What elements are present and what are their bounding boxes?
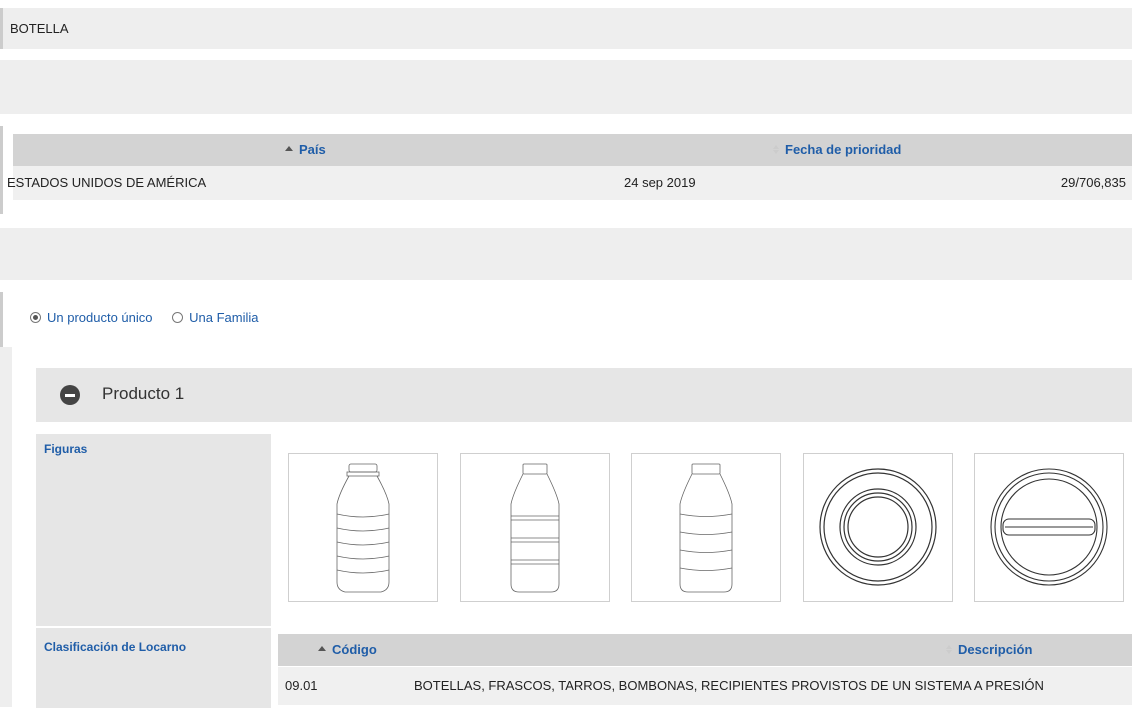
sort-ascending-icon — [285, 146, 293, 152]
title-section — [0, 8, 1132, 49]
figures-label: Figuras — [44, 442, 88, 456]
bottle-top-icon — [990, 468, 1108, 586]
section-marker — [0, 8, 3, 49]
column-header-priority-date[interactable]: Fecha de prioridad — [773, 134, 901, 166]
table-row: 09.01 BOTELLAS, FRASCOS, TARROS, BOMBONA… — [278, 667, 1132, 705]
sort-ascending-icon — [318, 646, 326, 652]
locarno-table-header: Código Descripción — [278, 634, 1132, 666]
priority-date-cell: 24 sep 2019 — [624, 175, 696, 190]
locarno-description-cell: BOTELLAS, FRASCOS, TARROS, BOMBONAS, REC… — [414, 678, 1044, 693]
priority-table: País Fecha de prioridad ESTADOS UNIDOS D… — [0, 126, 1132, 214]
table-row: ESTADOS UNIDOS DE AMÉRICA 24 sep 2019 29… — [7, 166, 1132, 200]
product-header: Producto 1 — [36, 368, 1132, 422]
collapse-minus-icon[interactable] — [60, 385, 80, 405]
empty-section — [0, 60, 1132, 114]
figure-thumbnail[interactable] — [974, 453, 1124, 602]
section-marker — [0, 292, 3, 348]
locarno-label-cell: Clasificación de Locarno — [36, 628, 271, 708]
priority-table-header: País Fecha de prioridad — [13, 134, 1132, 166]
column-header-description[interactable]: Descripción — [946, 634, 1032, 666]
column-header-code[interactable]: Código — [318, 634, 377, 666]
design-title: BOTELLA — [10, 21, 69, 36]
figure-thumbnail[interactable] — [803, 453, 953, 602]
application-number-cell: 29/706,835 — [1060, 175, 1126, 190]
product-type-selector: Un producto único Una Familia — [30, 310, 275, 326]
country-cell: ESTADOS UNIDOS DE AMÉRICA — [7, 175, 207, 190]
figure-thumbnail[interactable] — [631, 453, 781, 602]
locarno-code-cell: 09.01 — [285, 678, 318, 693]
radio-family[interactable]: Una Familia — [172, 310, 259, 325]
sort-icon — [946, 645, 952, 655]
radio-unchecked-icon[interactable] — [172, 312, 184, 323]
figure-thumbnail[interactable] — [288, 453, 438, 602]
bottle-side-icon — [510, 463, 560, 593]
figure-thumbnail[interactable] — [460, 453, 610, 602]
sort-icon — [773, 145, 779, 155]
bottle-bottom-icon — [819, 468, 937, 586]
product-panel: Producto 1 Figuras Clasificación de Loca… — [12, 347, 1132, 708]
locarno-label: Clasificación de Locarno — [44, 640, 187, 654]
bottle-back-icon — [679, 463, 733, 593]
bottle-front-icon — [336, 463, 390, 593]
column-header-country[interactable]: País — [285, 134, 326, 166]
product-section: Producto 1 Figuras Clasificación de Loca… — [0, 347, 1132, 708]
radio-single-product[interactable]: Un producto único — [30, 310, 153, 325]
section-marker — [0, 126, 3, 214]
product-title: Producto 1 — [102, 384, 185, 403]
figures-label-cell: Figuras — [36, 434, 271, 626]
radio-checked-icon[interactable] — [30, 312, 41, 323]
empty-section — [0, 228, 1132, 280]
